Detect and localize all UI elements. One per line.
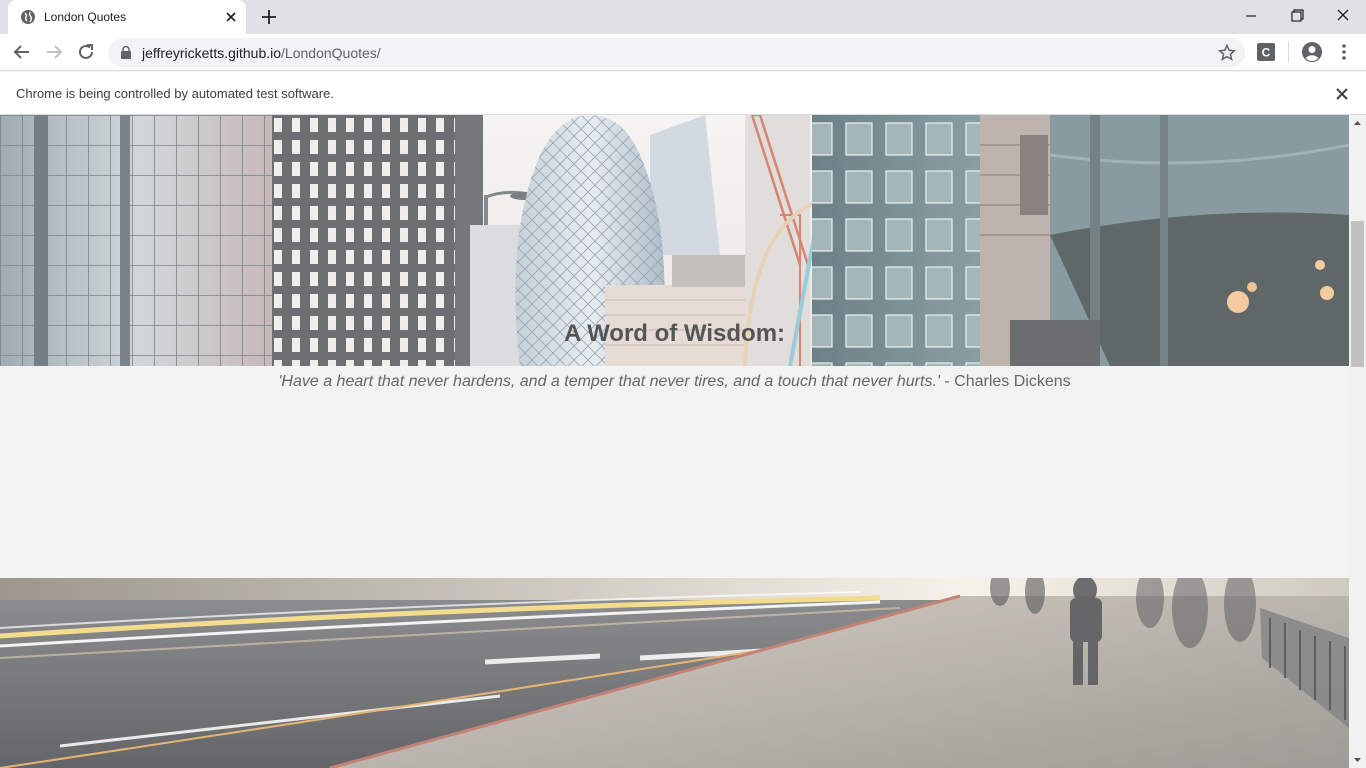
- kebab-menu-icon[interactable]: [1334, 41, 1354, 63]
- quote-attribution: - Charles Dickens: [939, 373, 1071, 390]
- arrow-left-icon[interactable]: [10, 40, 34, 64]
- scroll-up-arrow-icon[interactable]: [1349, 115, 1366, 132]
- close-icon[interactable]: [1333, 85, 1351, 103]
- extension-button[interactable]: C: [1256, 42, 1276, 62]
- url-text: jeffreyricketts.github.io/LondonQuotes/: [142, 45, 381, 61]
- tab-london-quotes[interactable]: London Quotes: [8, 0, 246, 34]
- quote-text: 'Have a heart that never hardens, and a …: [278, 373, 940, 390]
- quote-line: 'Have a heart that never hardens, and a …: [0, 373, 1349, 391]
- quote-heading: A Word of Wisdom:: [563, 320, 786, 347]
- tab-title: London Quotes: [44, 10, 127, 24]
- page-scrollbar[interactable]: [1349, 115, 1366, 768]
- account-icon[interactable]: [1301, 41, 1323, 63]
- plus-icon[interactable]: [258, 6, 280, 28]
- star-icon[interactable]: [1217, 43, 1237, 63]
- restore-icon[interactable]: [1274, 0, 1320, 32]
- extension-letter: C: [1262, 46, 1271, 60]
- london-street-image: [0, 578, 1349, 768]
- url-path: /LondonQuotes/: [281, 45, 381, 61]
- extension-icon: C: [1257, 43, 1275, 61]
- address-bar[interactable]: jeffreyricketts.github.io/LondonQuotes/: [108, 38, 1245, 67]
- automation-infobar: Chrome is being controlled by automated …: [0, 72, 1366, 115]
- scroll-down-arrow-icon[interactable]: [1349, 751, 1366, 768]
- reload-icon[interactable]: [74, 40, 98, 64]
- close-icon[interactable]: [222, 8, 240, 26]
- globe-icon: [21, 10, 35, 24]
- quote-section: [0, 366, 1349, 578]
- toolbar-divider: [1288, 42, 1289, 62]
- infobar-message: Chrome is being controlled by automated …: [16, 86, 334, 101]
- lock-icon: [121, 46, 131, 59]
- browser-toolbar: jeffreyricketts.github.io/LondonQuotes/ …: [0, 34, 1366, 71]
- window-close-icon[interactable]: [1320, 0, 1366, 32]
- tab-strip: London Quotes: [0, 0, 1366, 34]
- minimize-icon[interactable]: [1228, 0, 1274, 32]
- url-host: jeffreyricketts.github.io: [142, 45, 282, 61]
- arrow-right-icon[interactable]: [42, 40, 66, 64]
- scroll-thumb[interactable]: [1351, 221, 1364, 367]
- page-viewport: [0, 115, 1349, 768]
